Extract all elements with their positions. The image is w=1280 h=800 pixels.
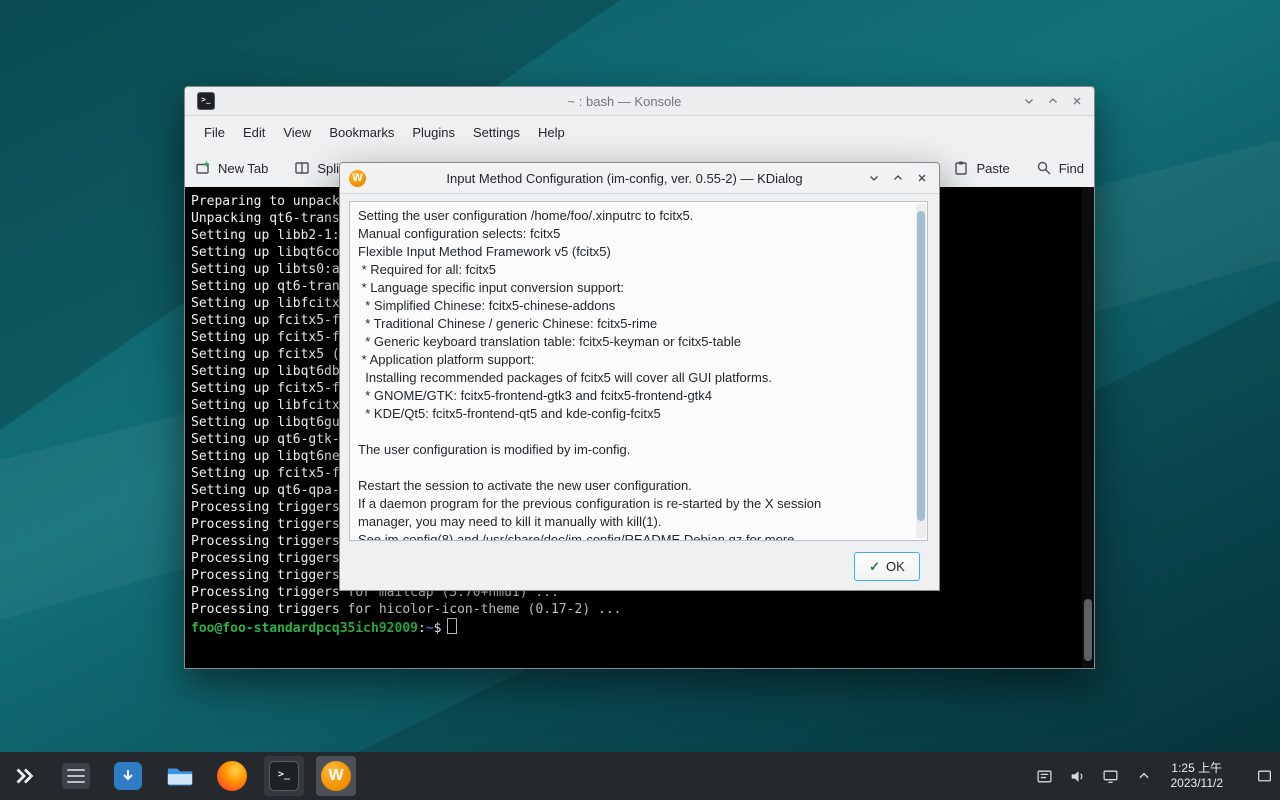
- dialog-text-line: If a daemon program for the previous con…: [358, 495, 905, 513]
- maximize-button[interactable]: [1045, 94, 1060, 109]
- dialog-text-line: * Simplified Chinese: fcitx5-chinese-add…: [358, 297, 905, 315]
- clock[interactable]: 1:25 上午 2023/11/2: [1167, 761, 1228, 791]
- new-tab-label: New Tab: [218, 161, 268, 176]
- kdialog-window-title: Input Method Configuration (im-config, v…: [400, 171, 849, 186]
- file-manager-icon: [165, 761, 195, 791]
- kdialog-titlebar[interactable]: W Input Method Configuration (im-config,…: [340, 163, 939, 194]
- dialog-text-line: * Application platform support:: [358, 351, 905, 369]
- taskbar: >_ W: [0, 752, 1280, 800]
- konsole-app-icon: >_: [197, 92, 215, 110]
- menu-item[interactable]: Plugins: [403, 125, 464, 140]
- split-view-icon: [294, 160, 310, 176]
- app-launcher-button[interactable]: [4, 756, 44, 796]
- dialog-text-line: [358, 459, 905, 477]
- menu-item[interactable]: Help: [529, 125, 574, 140]
- konsole-menubar: FileEditViewBookmarksPluginsSettingsHelp: [185, 116, 1094, 148]
- show-desktop-button[interactable]: [1254, 766, 1274, 786]
- dialog-maximize-button[interactable]: [890, 171, 905, 186]
- menu-item[interactable]: Settings: [464, 125, 529, 140]
- konsole-titlebar[interactable]: >_ ~ : bash — Konsole: [185, 87, 1094, 116]
- im-config-task-icon: W: [321, 761, 351, 791]
- close-button[interactable]: [1069, 94, 1084, 109]
- dialog-text-line: * GNOME/GTK: fcitx5-frontend-gtk3 and fc…: [358, 387, 905, 405]
- menu-item[interactable]: File: [195, 125, 234, 140]
- dialog-minimize-button[interactable]: [866, 171, 881, 186]
- find-icon: [1036, 160, 1052, 176]
- im-config-task-button[interactable]: W: [316, 756, 356, 796]
- firefox-button[interactable]: [212, 756, 252, 796]
- clock-date: 2023/11/2: [1171, 776, 1224, 791]
- dialog-text-line: * KDE/Qt5: fcitx5-frontend-qt5 and kde-c…: [358, 405, 905, 423]
- dialog-text-line: manager, you may need to kill it manuall…: [358, 513, 905, 531]
- terminal-line: Processing triggers for hicolor-icon-the…: [191, 601, 1078, 618]
- dialog-text-line: [358, 423, 905, 441]
- paste-icon: [953, 160, 969, 176]
- volume-icon[interactable]: [1068, 766, 1088, 786]
- find-button[interactable]: Find: [1036, 160, 1084, 176]
- kdialog-window: W Input Method Configuration (im-config,…: [339, 162, 940, 591]
- display-icon[interactable]: [1101, 766, 1121, 786]
- dialog-text-area[interactable]: Setting the user configuration /home/foo…: [349, 201, 928, 541]
- dialog-scrollbar[interactable]: [916, 204, 926, 538]
- notifications-icon[interactable]: [1035, 766, 1055, 786]
- dialog-text-line: Flexible Input Method Framework v5 (fcit…: [358, 243, 905, 261]
- konsole-task-button[interactable]: >_: [264, 756, 304, 796]
- new-tab-button[interactable]: New Tab: [195, 160, 268, 176]
- konsole-task-icon: >_: [269, 761, 299, 791]
- prompt-symbol: $: [434, 621, 442, 636]
- im-config-icon: W: [349, 170, 366, 187]
- dialog-text-line: The user configuration is modified by im…: [358, 441, 905, 459]
- dialog-text-line: See im-config(8) and /usr/share/doc/im-c…: [358, 531, 905, 541]
- dialog-text-line: Manual configuration selects: fcitx5: [358, 225, 905, 243]
- menu-item[interactable]: View: [274, 125, 320, 140]
- menu-item[interactable]: Bookmarks: [320, 125, 403, 140]
- terminal-prompt: foo@foo-standardpcq35ich92009:~$: [185, 618, 1094, 635]
- dialog-text-line: * Traditional Chinese / generic Chinese:…: [358, 315, 905, 333]
- new-tab-icon: [195, 160, 211, 176]
- terminal-cursor: [447, 618, 457, 634]
- dialog-close-button[interactable]: [914, 171, 929, 186]
- prompt-path: ~: [426, 621, 434, 636]
- dialog-text-line: * Required for all: fcitx5: [358, 261, 905, 279]
- dialog-text-line: Setting the user configuration /home/foo…: [358, 207, 905, 225]
- discover-button[interactable]: [108, 756, 148, 796]
- dialog-text-line: * Generic keyboard translation table: fc…: [358, 333, 905, 351]
- terminal-scrollbar-handle[interactable]: [1084, 599, 1092, 661]
- file-manager-button[interactable]: [160, 756, 200, 796]
- pager-button[interactable]: [56, 756, 96, 796]
- konsole-window-title: ~ : bash — Konsole: [245, 94, 1004, 109]
- clock-time: 1:25 上午: [1171, 761, 1224, 776]
- minimize-button[interactable]: [1021, 94, 1036, 109]
- desktop: >_ ~ : bash — Konsole FileEditViewBookma…: [0, 0, 1280, 800]
- dialog-text-line: Installing recommended packages of fcitx…: [358, 369, 905, 387]
- ok-check-icon: ✓: [869, 559, 880, 575]
- find-label: Find: [1059, 161, 1084, 176]
- dialog-text-line: Restart the session to activate the new …: [358, 477, 905, 495]
- paste-label: Paste: [976, 161, 1009, 176]
- menu-item[interactable]: Edit: [234, 125, 274, 140]
- dialog-scrollbar-handle[interactable]: [917, 211, 925, 521]
- ok-label: OK: [886, 559, 905, 574]
- expand-tray-icon[interactable]: [1134, 766, 1154, 786]
- ok-button[interactable]: ✓ OK: [854, 552, 920, 581]
- prompt-separator: :: [418, 621, 426, 636]
- dialog-text-line: * Language specific input conversion sup…: [358, 279, 905, 297]
- prompt-user-host: foo@foo-standardpcq35ich92009: [191, 621, 418, 636]
- terminal-scrollbar[interactable]: [1082, 187, 1094, 668]
- paste-button[interactable]: Paste: [953, 160, 1009, 176]
- firefox-icon: [217, 761, 247, 791]
- discover-icon: [114, 762, 142, 790]
- app-launcher-icon: [11, 763, 37, 789]
- pager-icon: [62, 763, 90, 789]
